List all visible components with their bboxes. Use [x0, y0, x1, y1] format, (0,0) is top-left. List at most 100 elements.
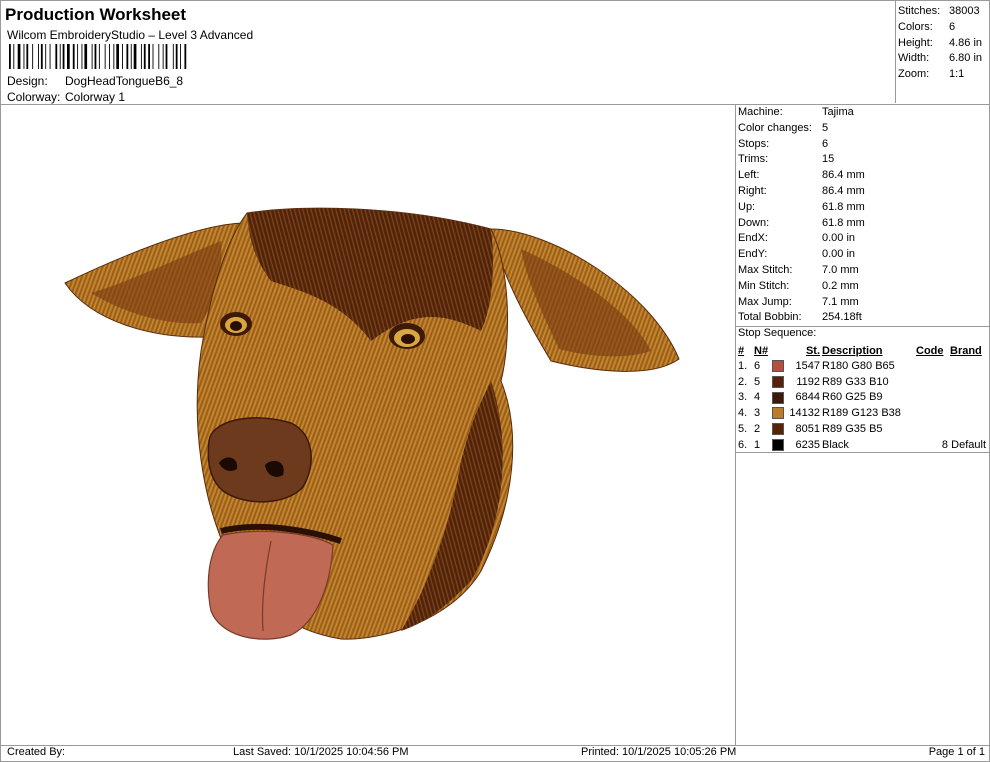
stop-brand — [949, 421, 987, 437]
color-swatch — [771, 421, 787, 437]
barcode — [9, 44, 187, 69]
stop-brand — [949, 390, 987, 406]
machine-row: EndY: 0.00 in — [738, 247, 988, 263]
machine-value: 6 — [822, 137, 829, 150]
summary-value: 6 — [949, 20, 956, 33]
summary-divider — [895, 1, 896, 103]
stop-description: Black — [822, 438, 849, 451]
machine-label: Color changes: — [738, 121, 812, 134]
stop-description: R89 G33 B10 — [822, 375, 889, 388]
stop-table-divider — [735, 452, 989, 453]
machine-row: Total Bobbin: 254.18ft — [738, 310, 988, 326]
printed-date: Printed: 10/1/2025 10:05:26 PM — [581, 746, 737, 758]
colorway-label: Colorway: — [7, 90, 61, 104]
summary-label: Colors: — [898, 20, 933, 33]
machine-row: Max Jump: 7.1 mm — [738, 295, 988, 311]
color-swatch — [771, 437, 787, 453]
machine-row: Up: 61.8 mm — [738, 200, 988, 216]
stop-num: 1. — [738, 359, 748, 372]
stop-row: 5. 2 8051 R89 G35 B5 — [737, 421, 987, 437]
machine-label: Up: — [738, 200, 756, 213]
stop-stitches: 6844 — [795, 391, 820, 404]
stop-code — [915, 390, 949, 406]
machine-row: EndX: 0.00 in — [738, 231, 988, 247]
colorway-value: Colorway 1 — [65, 90, 126, 104]
machine-row: Min Stitch: 0.2 mm — [738, 279, 988, 295]
last-saved: Last Saved: 10/1/2025 10:04:56 PM — [233, 746, 409, 758]
machine-value: 61.8 mm — [822, 200, 865, 213]
summary-label: Height: — [898, 36, 933, 49]
stop-stitches: 1547 — [795, 359, 820, 372]
stop-code — [915, 374, 949, 390]
summary-row: Height: 4.86 in — [898, 36, 988, 52]
software-name: Wilcom EmbroideryStudio – Level 3 Advanc… — [7, 28, 254, 42]
color-swatch — [771, 358, 787, 374]
machine-label: Max Jump: — [738, 295, 792, 308]
machine-row: Left: 86.4 mm — [738, 168, 988, 184]
machine-label: Min Stitch: — [738, 279, 790, 292]
stop-num: 6. — [738, 438, 748, 451]
machine-row: Machine: Tajima — [738, 105, 988, 121]
machine-row: Max Stitch: 7.0 mm — [738, 263, 988, 279]
machine-value: 0.00 in — [822, 248, 856, 261]
machine-label: Max Stitch: — [738, 263, 793, 276]
summary-value: 1:1 — [949, 68, 965, 81]
stop-num: 3. — [738, 391, 748, 404]
stop-code — [915, 358, 949, 374]
summary-label: Zoom: — [898, 68, 930, 81]
design-value: DogHeadTongueB6_8 — [65, 74, 184, 88]
stop-stitches: 8051 — [795, 423, 820, 436]
col-needle: N# — [754, 344, 769, 357]
stop-brand: Default — [951, 438, 986, 451]
stop-num: 4. — [738, 407, 748, 420]
color-swatch — [771, 374, 787, 390]
machine-label: Trims: — [738, 153, 769, 166]
stop-needle: 4 — [754, 391, 761, 404]
col-code: Code — [916, 344, 944, 357]
machine-value: 7.1 mm — [822, 295, 859, 308]
machine-value: 5 — [822, 121, 829, 134]
stop-row: 2. 5 1192 R89 G33 B10 — [737, 374, 987, 390]
machine-row: Down: 61.8 mm — [738, 216, 988, 232]
embroidery-preview — [64, 207, 680, 640]
stop-code — [915, 421, 949, 437]
summary-value: 6.80 in — [949, 52, 983, 65]
worksheet-title: Production Worksheet — [5, 5, 187, 24]
machine-label: EndX: — [738, 232, 768, 245]
machine-value: Tajima — [822, 106, 854, 118]
stop-row: 3. 4 6844 R60 G25 B9 — [737, 390, 987, 406]
stop-sequence-header-row: # N# St. Description Code Brand — [737, 343, 987, 358]
stop-description: R180 G80 B65 — [822, 359, 895, 372]
summary-row: Colors: 6 — [898, 20, 988, 36]
machine-value: 7.0 mm — [822, 263, 859, 276]
col-stitches: St. — [805, 344, 820, 357]
machine-info: Machine: Tajima Color changes: 5 Stops: 6 Trim… — [738, 105, 988, 326]
machine-row: Trims: 15 — [738, 152, 988, 168]
summary-value: 4.86 in — [949, 36, 983, 49]
machine-label: Total Bobbin: — [738, 311, 802, 324]
machine-value: 254.18ft — [822, 311, 862, 324]
color-swatch — [771, 390, 787, 406]
machine-row: Color changes: 5 — [738, 121, 988, 137]
stop-description: R189 G123 B38 — [822, 407, 901, 420]
machine-value: 15 — [822, 153, 835, 166]
stop-needle: 1 — [754, 438, 761, 451]
stop-num: 2. — [738, 375, 748, 388]
summary-row: Width: 6.80 in — [898, 51, 988, 67]
stop-sequence-title: Stop Sequence: — [738, 327, 817, 339]
stop-brand — [949, 358, 987, 374]
machine-row: Right: 86.4 mm — [738, 184, 988, 200]
footer-divider — [1, 745, 989, 746]
summary-label: Width: — [898, 52, 930, 65]
machine-label: Right: — [738, 184, 767, 197]
stop-needle: 3 — [754, 407, 761, 420]
machine-value: 86.4 mm — [822, 184, 865, 197]
col-brand: Brand — [950, 344, 982, 357]
summary-row: Zoom: 1:1 — [898, 67, 988, 83]
stop-needle: 2 — [754, 423, 761, 436]
stop-stitches: 14132 — [789, 407, 820, 420]
machine-value: 0.00 in — [822, 232, 856, 245]
machine-row: Stops: 6 — [738, 137, 988, 153]
stop-brand — [949, 374, 987, 390]
stop-needle: 5 — [754, 375, 761, 388]
